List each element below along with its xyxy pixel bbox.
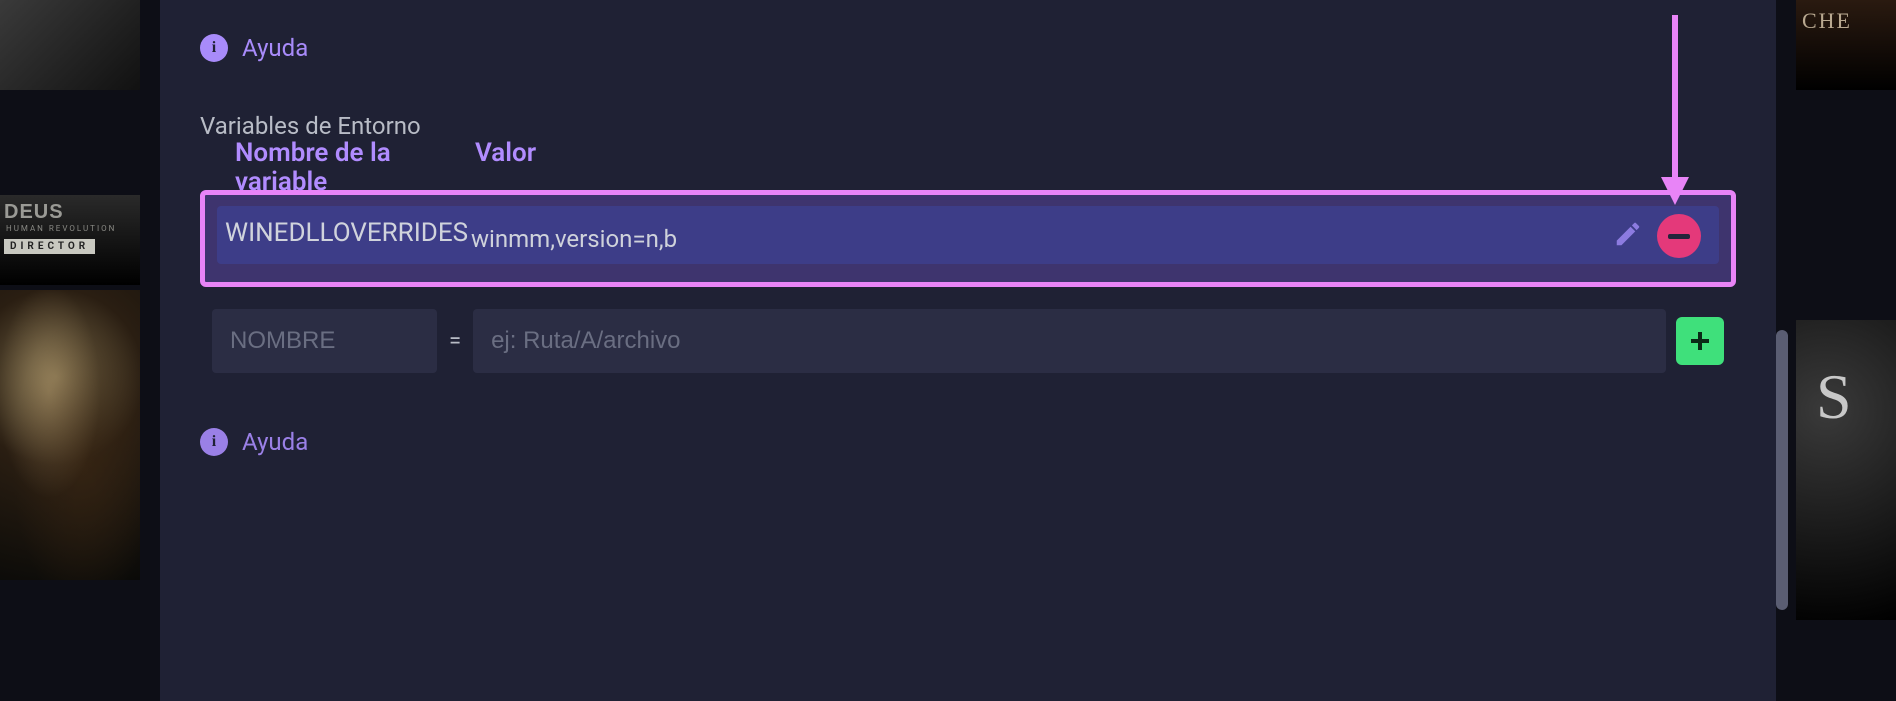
thumbnail-tag: DIRECTOR	[4, 239, 95, 254]
settings-panel: i Ayuda Variables de Entorno Nombre de l…	[160, 0, 1776, 701]
section-title-env-vars: Variables de Entorno	[200, 112, 1736, 140]
thumbnail-subtitle: HUMAN REVOLUTION	[0, 224, 140, 233]
env-var-actions	[1613, 214, 1701, 258]
env-var-name: WINEDLLOVERRIDES	[225, 218, 471, 254]
plus-icon	[1688, 329, 1712, 353]
annotation-highlight-box: Nombre de la variable Valor WINEDLLOVERR…	[200, 190, 1736, 287]
add-button[interactable]	[1676, 317, 1724, 365]
game-thumbnail[interactable]: S	[1796, 320, 1896, 620]
env-var-row: WINEDLLOVERRIDES winmm,version=n,b	[217, 206, 1719, 264]
minus-icon	[1668, 234, 1690, 239]
column-header-name: Nombre de la variable	[235, 139, 467, 196]
help-label: Ayuda	[242, 428, 308, 456]
info-icon: i	[200, 34, 228, 62]
remove-button[interactable]	[1657, 214, 1701, 258]
env-vars-header-row: Nombre de la variable Valor	[235, 139, 1719, 196]
thumbnail-title: DEUS	[0, 195, 140, 224]
right-thumbnails-column: CHE S	[1796, 0, 1896, 701]
help-row-top[interactable]: i Ayuda	[200, 34, 1736, 62]
new-var-name-input[interactable]	[212, 309, 437, 373]
env-var-name-cell[interactable]: WINEDLLOVERRIDES	[225, 218, 471, 254]
info-icon: i	[200, 428, 228, 456]
game-thumbnail[interactable]	[0, 0, 140, 90]
vertical-scrollbar[interactable]	[1776, 330, 1788, 610]
game-thumbnail[interactable]	[0, 290, 140, 580]
thumbnail-title: S	[1796, 320, 1896, 434]
equals-label: =	[447, 329, 463, 354]
edit-icon[interactable]	[1613, 219, 1643, 253]
new-var-value-input[interactable]	[473, 309, 1666, 373]
game-thumbnail[interactable]: CHE	[1796, 0, 1896, 90]
column-header-value: Valor	[467, 139, 536, 196]
thumbnail-title: CHE	[1796, 0, 1896, 34]
game-thumbnail-deus-ex[interactable]: DEUS HUMAN REVOLUTION DIRECTOR	[0, 195, 140, 285]
help-label: Ayuda	[242, 34, 308, 62]
help-row-bottom[interactable]: i Ayuda	[200, 428, 1736, 456]
env-var-value: winmm,version=n,b	[471, 219, 1613, 253]
new-env-var-row: =	[200, 309, 1736, 373]
left-thumbnails-column: DEUS HUMAN REVOLUTION DIRECTOR	[0, 0, 140, 701]
